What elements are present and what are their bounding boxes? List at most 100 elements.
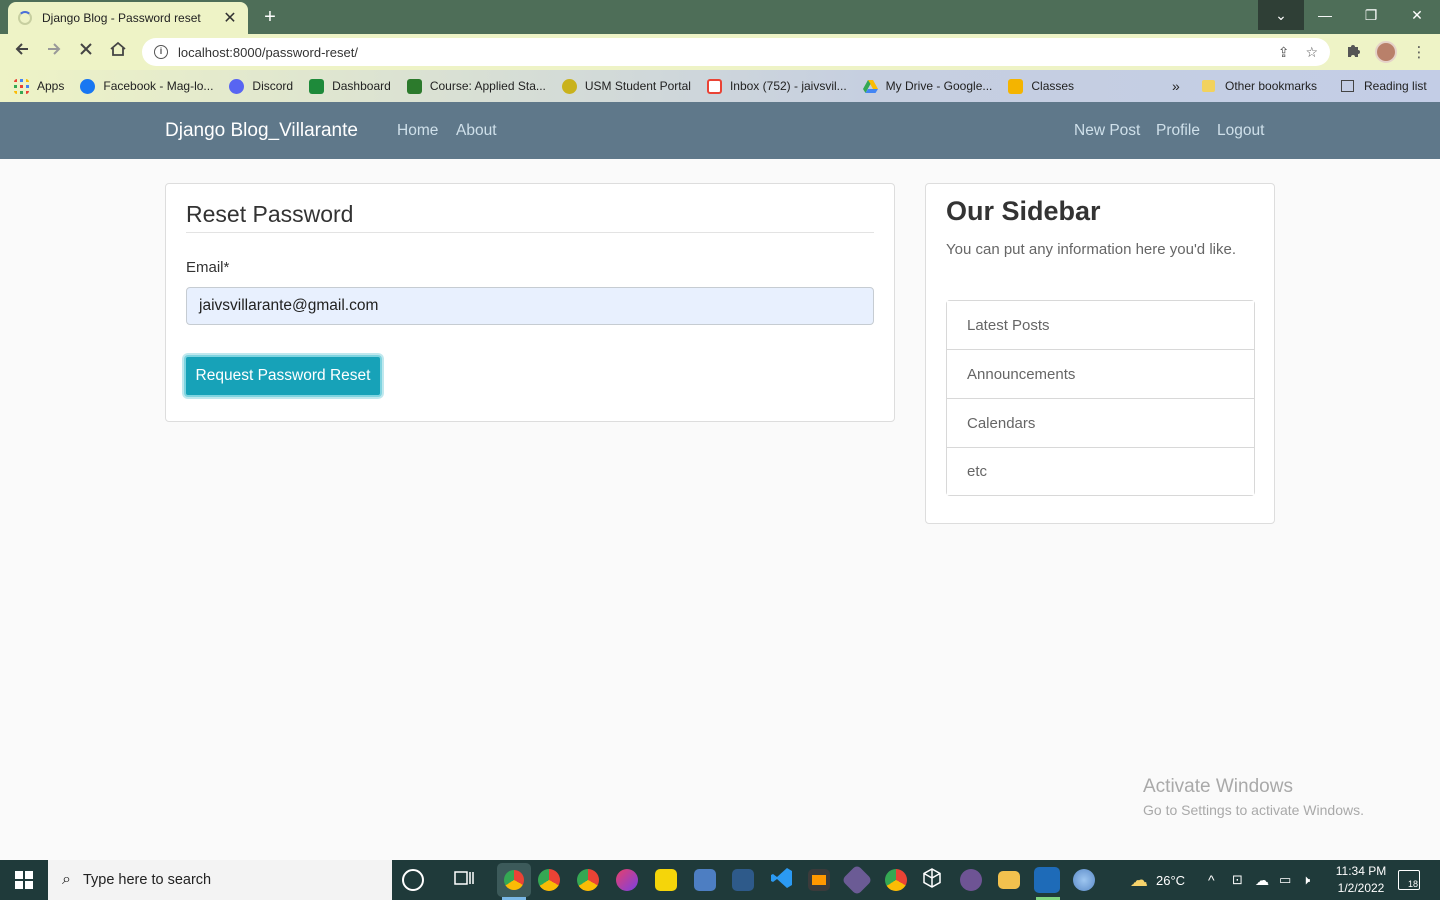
bookmark-label: Classes xyxy=(1031,79,1075,93)
taskbar-clock[interactable]: 11:34 PM 1/2/2022 xyxy=(1332,863,1390,897)
more-menu-icon[interactable]: ⋮ xyxy=(1408,42,1430,64)
bookmark-label: Inbox (752) - jaivsvil... xyxy=(729,79,847,93)
address-url: localhost:8000/password-reset/ xyxy=(178,44,358,60)
sidebar-item-latest-posts[interactable]: Latest Posts xyxy=(947,301,1254,350)
onedrive-cloud-icon[interactable]: ☁ xyxy=(1255,860,1269,900)
draw-io-icon[interactable] xyxy=(1034,867,1060,893)
chrome-profile-3-icon[interactable] xyxy=(577,869,599,891)
bookmark-label: Dashboard xyxy=(332,79,391,93)
close-tab-icon[interactable]: ✕ xyxy=(222,8,238,28)
site-info-icon[interactable]: i xyxy=(154,45,168,59)
email-field[interactable]: jaivsvillarante@gmail.com xyxy=(186,287,874,325)
other-bookmarks[interactable]: Other bookmarks xyxy=(1202,70,1317,102)
stop-loading-button[interactable] xyxy=(73,40,99,64)
bookmark-label: Discord xyxy=(252,79,294,93)
google-classroom-icon xyxy=(1008,78,1024,94)
virtualbox-icon[interactable] xyxy=(920,866,948,894)
restore-button[interactable]: ❐ xyxy=(1348,0,1394,30)
arrow-right-icon xyxy=(48,43,61,55)
sidebar-list: Latest Posts Announcements Calendars etc xyxy=(946,300,1255,496)
sidebar-title: Our Sidebar xyxy=(946,196,1101,226)
apps-grid-icon xyxy=(14,78,29,94)
taskbar-search-box[interactable]: ⌕ Type here to search xyxy=(48,860,392,900)
sidebar-item-etc[interactable]: etc xyxy=(947,448,1254,495)
bookmarks-overflow-button[interactable]: » xyxy=(1172,70,1180,102)
network-icon[interactable]: ▭ xyxy=(1279,860,1291,900)
cortana-icon[interactable] xyxy=(402,869,424,891)
bookmark-dashboard[interactable]: Dashboard xyxy=(309,78,391,94)
gmail-icon xyxy=(706,78,722,94)
extensions-puzzle-icon[interactable] xyxy=(1343,42,1365,64)
bookmark-star-icon[interactable]: ☆ xyxy=(1305,44,1318,61)
weather-widget[interactable]: ☁ 26°C xyxy=(1130,860,1185,900)
windows-taskbar: ⌕ Type here to search ☁ 26°C ^ ⊡ ☁ ▭ 🕨 1… xyxy=(0,860,1440,900)
home-button[interactable] xyxy=(105,40,131,64)
form-legend: Reset Password xyxy=(186,201,874,233)
tray-overflow-chevron-icon[interactable]: ^ xyxy=(1208,860,1215,900)
close-icon xyxy=(80,43,92,55)
bookmark-facebook[interactable]: Facebook - Mag-lo... xyxy=(80,78,213,94)
browser-titlebar: Django Blog - Password reset ✕ + ⌄ — ❐ ✕ xyxy=(0,0,1440,34)
chrome-profile-4-icon[interactable] xyxy=(885,869,907,891)
start-button[interactable] xyxy=(0,860,48,900)
bookmark-drive[interactable]: My Drive - Google... xyxy=(862,79,992,94)
nav-profile-link[interactable]: Profile xyxy=(1156,122,1200,140)
task-view-icon[interactable] xyxy=(452,866,480,894)
tab-title: Django Blog - Password reset xyxy=(42,11,201,25)
notification-center-button[interactable]: 18 xyxy=(1398,870,1420,890)
discord-icon xyxy=(229,78,245,94)
request-password-reset-button[interactable]: Request Password Reset xyxy=(184,355,382,397)
other-bookmarks-label: Other bookmarks xyxy=(1225,79,1318,93)
forward-button[interactable] xyxy=(41,40,67,64)
sidebar-item-announcements[interactable]: Announcements xyxy=(947,350,1254,399)
file-explorer-icon[interactable] xyxy=(998,871,1020,889)
bookmark-usm-portal[interactable]: USM Student Portal xyxy=(561,78,691,94)
github-desktop-icon[interactable] xyxy=(960,869,982,891)
bookmark-apps[interactable]: Apps xyxy=(14,78,64,94)
address-bar[interactable]: i localhost:8000/password-reset/ ⇪ ☆ xyxy=(142,38,1330,66)
sidebar-item-calendars[interactable]: Calendars xyxy=(947,399,1254,448)
bookmark-classes[interactable]: Classes xyxy=(1008,78,1075,94)
reset-password-card: Reset Password Email* jaivsvillarante@gm… xyxy=(165,183,895,422)
taskbar-chrome-active[interactable] xyxy=(497,863,531,897)
watermark-title: Activate Windows xyxy=(1143,776,1293,797)
bookmark-label: Course: Applied Sta... xyxy=(429,79,546,93)
paint-icon[interactable] xyxy=(1073,869,1095,891)
folder-icon xyxy=(1202,80,1215,92)
reading-list[interactable]: Reading list xyxy=(1341,70,1427,102)
sticky-notes-icon[interactable] xyxy=(655,869,677,891)
minimize-button[interactable]: — xyxy=(1302,0,1348,30)
meet-now-icon[interactable]: ⊡ xyxy=(1232,860,1243,900)
close-window-button[interactable]: ✕ xyxy=(1394,0,1440,30)
git-kraken-icon[interactable] xyxy=(841,864,873,896)
browser-tab[interactable]: Django Blog - Password reset ✕ xyxy=(8,2,248,34)
nav-logout-link[interactable]: Logout xyxy=(1217,122,1264,140)
facebook-icon xyxy=(80,78,96,94)
site-brand[interactable]: Django Blog_Villarante xyxy=(165,120,358,142)
chrome-profile-2-icon[interactable] xyxy=(538,869,560,891)
nav-about-link[interactable]: About xyxy=(456,122,497,140)
notification-count: 18 xyxy=(1407,879,1418,889)
messenger-icon[interactable] xyxy=(616,869,638,891)
browser-toolbar: i localhost:8000/password-reset/ ⇪ ☆ ⋮ xyxy=(0,34,1440,70)
share-icon[interactable]: ⇪ xyxy=(1278,44,1290,61)
bookmark-course[interactable]: Course: Applied Sta... xyxy=(406,78,546,94)
volume-muted-icon[interactable]: 🕨 xyxy=(1302,860,1310,900)
mysql-workbench-icon[interactable] xyxy=(732,869,754,891)
search-icon: ⌕ xyxy=(62,871,71,888)
bookmark-discord[interactable]: Discord xyxy=(229,78,294,94)
sublime-text-icon[interactable] xyxy=(808,869,830,891)
tab-search-button[interactable]: ⌄ xyxy=(1258,0,1304,30)
profile-avatar[interactable] xyxy=(1375,41,1397,63)
back-button[interactable] xyxy=(9,40,35,64)
loading-spinner-icon xyxy=(18,11,32,25)
arrow-left-icon xyxy=(15,43,28,55)
nav-new-post-link[interactable]: New Post xyxy=(1074,122,1140,140)
sidebar-text: You can put any information here you'd l… xyxy=(946,241,1236,258)
new-tab-button[interactable]: + xyxy=(258,5,282,29)
nav-home-link[interactable]: Home xyxy=(397,122,438,140)
intellij-icon[interactable] xyxy=(694,869,716,891)
bookmark-gmail[interactable]: Inbox (752) - jaivsvil... xyxy=(706,78,847,94)
vscode-icon[interactable] xyxy=(770,866,798,894)
reading-list-label: Reading list xyxy=(1364,79,1427,93)
